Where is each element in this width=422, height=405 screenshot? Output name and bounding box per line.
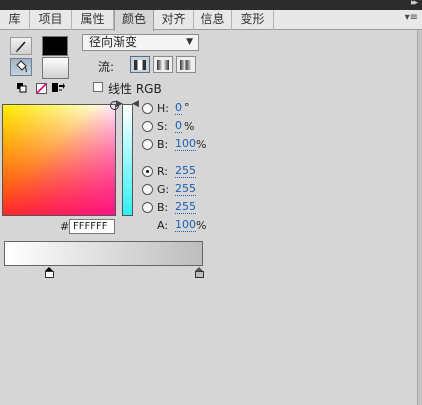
collapse-arrows-icon[interactable]: ▸▸ (411, 0, 418, 8)
alpha-value[interactable]: 100 (175, 219, 196, 232)
g-radio[interactable] (142, 184, 153, 195)
panel-titlebar: ▸▸ (0, 0, 422, 10)
gradient-stop-start[interactable] (45, 267, 54, 279)
alpha-label: A: (157, 219, 169, 232)
flow-label: 流: (98, 60, 115, 74)
tab-transform[interactable]: 变形 (232, 10, 274, 30)
s-label: S: (157, 120, 168, 133)
pencil-icon (15, 41, 26, 53)
panel-menu-icon[interactable]: ▾≡ (405, 12, 418, 23)
tab-color[interactable]: 颜色 (114, 10, 154, 31)
chevron-down-icon: ▼ (186, 37, 193, 47)
g-value[interactable]: 255 (175, 183, 196, 196)
tab-properties[interactable]: 属性 (72, 10, 114, 30)
hex-prefix: # (60, 220, 70, 233)
linear-rgb-label: 线性 RGB (108, 82, 162, 96)
r-value[interactable]: 255 (175, 165, 196, 178)
gradient-preview-bar[interactable] (4, 241, 203, 266)
stroke-swatch[interactable] (42, 36, 68, 56)
b-value[interactable]: 100 (175, 138, 196, 151)
tab-library[interactable]: 库 (0, 10, 30, 30)
alpha-unit: % (196, 219, 207, 232)
h-label: H: (157, 102, 169, 115)
blue-radio[interactable] (142, 202, 153, 213)
panel-right-edge (417, 30, 422, 405)
fill-color-button[interactable] (10, 58, 32, 76)
tab-align[interactable]: 对齐 (154, 10, 194, 30)
black-white-icon[interactable] (17, 83, 27, 93)
fill-swatch[interactable] (42, 57, 69, 79)
paint-bucket-icon (16, 60, 27, 73)
fill-type-value: 径向渐变 (89, 35, 138, 49)
flow-repeat-icon (180, 60, 192, 70)
no-color-icon[interactable] (36, 83, 47, 94)
tab-project[interactable]: 项目 (30, 10, 72, 30)
bar-slider-right-icon[interactable]: ◀ (132, 99, 139, 109)
b-label: B: (157, 138, 169, 151)
flow-extend-button[interactable] (130, 56, 150, 73)
gradient-stop-end[interactable] (195, 267, 204, 279)
b-radio[interactable] (142, 139, 153, 150)
color-field[interactable] (2, 101, 119, 216)
linear-rgb-checkbox[interactable] (93, 82, 103, 92)
s-value[interactable]: 0 (175, 120, 182, 133)
h-unit: ° (184, 101, 190, 114)
flow-reflect-icon (157, 60, 169, 70)
h-radio[interactable] (142, 103, 153, 114)
flow-reflect-button[interactable] (153, 56, 173, 73)
r-label: R: (157, 165, 169, 178)
tab-bar: 库 项目 属性 颜色 对齐 信息 变形 ▾≡ (0, 10, 422, 31)
tab-info[interactable]: 信息 (194, 10, 232, 30)
flow-extend-icon (134, 60, 146, 70)
blue-value[interactable]: 255 (175, 201, 196, 214)
hex-input[interactable] (69, 219, 115, 234)
s-unit: % (184, 120, 195, 133)
color-value-bar[interactable] (122, 104, 133, 216)
s-radio[interactable] (142, 121, 153, 132)
flow-repeat-button[interactable] (176, 56, 196, 73)
fill-type-dropdown[interactable]: 径向渐变 ▼ (82, 34, 199, 51)
b-unit: % (196, 138, 207, 151)
g-label: G: (157, 183, 170, 196)
blue-label: B: (157, 201, 169, 214)
stroke-color-button[interactable] (10, 37, 32, 55)
h-value[interactable]: 0 (175, 102, 182, 115)
swap-colors-icon[interactable] (52, 82, 65, 94)
r-radio[interactable] (142, 166, 153, 177)
